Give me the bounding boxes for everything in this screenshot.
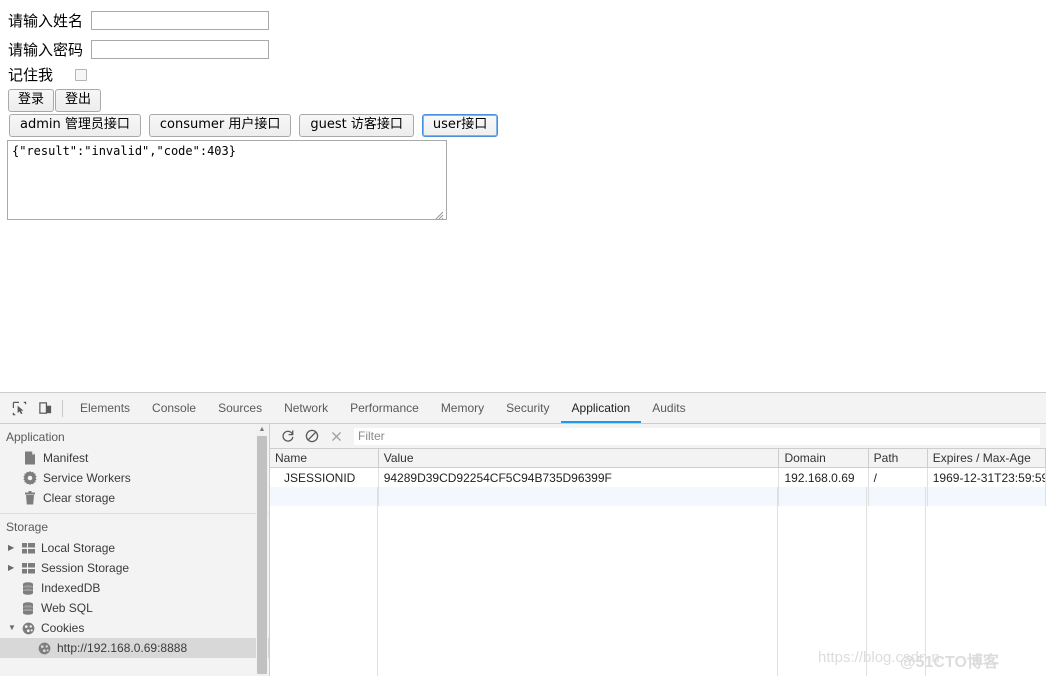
- sidebar-item-cookie-origin[interactable]: http://192.168.0.69:8888: [0, 638, 269, 658]
- table-icon: [20, 560, 36, 576]
- password-row: 请输入密码: [8, 40, 270, 59]
- cell-value: 94289D39CD92254CF5C94B735D96399F: [378, 467, 780, 487]
- remember-label: 记住我: [8, 66, 54, 84]
- column-header-path[interactable]: Path: [868, 449, 928, 468]
- sidebar-item-label: Web SQL: [41, 601, 93, 615]
- devtools-panel: Elements Console Sources Network Perform…: [0, 392, 1046, 677]
- cookies-table: Name Value Domain Path Expires / Max-Age…: [270, 449, 1046, 506]
- sidebar-item-label: IndexedDB: [41, 581, 101, 595]
- remember-checkbox[interactable]: [75, 69, 88, 81]
- devtools-tabbar: Elements Console Sources Network Perform…: [0, 393, 1046, 424]
- sidebar-item-label: Cookies: [41, 621, 85, 635]
- cell-domain: 192.168.0.69: [778, 467, 869, 487]
- sidebar-section-application: Application: [6, 430, 65, 444]
- column-rule: [777, 487, 778, 676]
- chevron-right-icon[interactable]: ▶: [8, 558, 20, 578]
- device-toolbar-icon[interactable]: [32, 395, 58, 421]
- column-header-domain[interactable]: Domain: [778, 449, 869, 468]
- username-label: 请输入姓名: [8, 11, 84, 30]
- login-button[interactable]: 登录: [8, 89, 55, 112]
- table-row-empty[interactable]: [270, 487, 1046, 506]
- sidebar-item-label: http://192.168.0.69:8888: [57, 641, 188, 655]
- tab-network[interactable]: Network: [273, 393, 339, 423]
- sidebar-scrollbar[interactable]: ▲: [256, 424, 268, 676]
- cell-empty: [378, 487, 780, 506]
- table-icon: [20, 540, 36, 556]
- sidebar-item-web-sql[interactable]: ▶ Web SQL: [0, 598, 269, 618]
- tab-security[interactable]: Security: [495, 393, 560, 423]
- table-row[interactable]: JSESSIONID 94289D39CD92254CF5C94B735D963…: [270, 467, 1046, 487]
- sidebar-item-cookies[interactable]: ▼ Cookies: [0, 618, 269, 638]
- cookies-panel: Name Value Domain Path Expires / Max-Age…: [270, 424, 1046, 676]
- remember-row: 记住我: [8, 66, 88, 84]
- column-rule: [925, 487, 926, 676]
- sidebar-item-local-storage[interactable]: ▶ Local Storage: [0, 538, 269, 558]
- chevron-down-icon[interactable]: ▼: [8, 618, 20, 638]
- admin-api-button[interactable]: admin 管理员接口: [9, 114, 141, 137]
- delete-icon[interactable]: [324, 425, 348, 447]
- user-api-button[interactable]: user接口: [421, 114, 499, 137]
- trash-icon: [22, 490, 38, 506]
- sidebar-item-clear-storage[interactable]: Clear storage: [0, 488, 269, 508]
- api-button-row: admin 管理员接口 consumer 用户接口 guest 访客接口 use…: [9, 114, 499, 137]
- devtools-body: Application Manifest Service Workers Cle…: [0, 424, 1046, 676]
- column-rule: [377, 487, 378, 676]
- sidebar-item-manifest[interactable]: Manifest: [0, 448, 269, 468]
- cookie-icon: [20, 620, 36, 636]
- sidebar-item-service-workers[interactable]: Service Workers: [0, 468, 269, 488]
- cell-path: /: [868, 467, 928, 487]
- username-row: 请输入姓名: [8, 11, 270, 30]
- scroll-up-arrow-icon[interactable]: ▲: [256, 424, 268, 435]
- cell-empty: [778, 487, 869, 506]
- tab-elements[interactable]: Elements: [69, 393, 141, 423]
- cookies-toolbar: [270, 424, 1046, 449]
- logout-button[interactable]: 登出: [55, 89, 102, 112]
- clear-icon[interactable]: [300, 425, 324, 447]
- column-header-value[interactable]: Value: [378, 449, 780, 468]
- cell-name: JSESSIONID: [270, 467, 379, 487]
- cell-expires: 1969-12-31T23:59:59: [927, 467, 1046, 487]
- inspect-element-icon[interactable]: [6, 395, 32, 421]
- cookie-icon: [36, 640, 52, 656]
- cell-empty: [868, 487, 928, 506]
- cell-empty: [270, 487, 379, 506]
- database-icon: [20, 600, 36, 616]
- refresh-icon[interactable]: [276, 425, 300, 447]
- password-input[interactable]: [91, 40, 270, 59]
- sidebar-item-label: Manifest: [43, 451, 89, 465]
- consumer-api-button[interactable]: consumer 用户接口: [148, 114, 292, 137]
- tab-audits[interactable]: Audits: [641, 393, 696, 423]
- tab-console[interactable]: Console: [141, 393, 207, 423]
- username-input[interactable]: [91, 11, 270, 30]
- filter-input[interactable]: [354, 427, 1040, 445]
- table-header-row: Name Value Domain Path Expires / Max-Age: [270, 449, 1046, 468]
- sidebar-item-label: Clear storage: [43, 491, 116, 505]
- password-label: 请输入密码: [8, 40, 84, 59]
- guest-api-button[interactable]: guest 访客接口: [299, 114, 414, 137]
- gear-icon: [22, 470, 38, 486]
- tab-sources[interactable]: Sources: [207, 393, 273, 423]
- cell-empty: [927, 487, 1046, 506]
- sidebar-item-label: Local Storage: [41, 541, 116, 555]
- database-icon: [20, 580, 36, 596]
- application-sidebar: Application Manifest Service Workers Cle…: [0, 424, 270, 676]
- sidebar-item-indexeddb[interactable]: ▶ IndexedDB: [0, 578, 269, 598]
- sidebar-section-storage: Storage: [6, 520, 49, 534]
- manifest-icon: [22, 450, 38, 466]
- sidebar-item-session-storage[interactable]: ▶ Session Storage: [0, 558, 269, 578]
- toolbar-divider: [62, 399, 63, 417]
- tab-application[interactable]: Application: [561, 393, 642, 423]
- scrollbar-thumb[interactable]: [257, 436, 267, 674]
- column-header-expires[interactable]: Expires / Max-Age: [927, 449, 1046, 468]
- chevron-right-icon[interactable]: ▶: [8, 538, 20, 558]
- tab-performance[interactable]: Performance: [339, 393, 430, 423]
- web-page-content: 请输入姓名 请输入密码 记住我 登录 登出 admin 管理员接口 consum…: [0, 0, 1046, 392]
- sidebar-item-label: Session Storage: [41, 561, 130, 575]
- sidebar-item-label: Service Workers: [43, 471, 131, 485]
- column-rule: [866, 487, 867, 676]
- column-header-name[interactable]: Name: [270, 449, 379, 468]
- tab-memory[interactable]: Memory: [430, 393, 495, 423]
- result-textarea[interactable]: [7, 140, 447, 220]
